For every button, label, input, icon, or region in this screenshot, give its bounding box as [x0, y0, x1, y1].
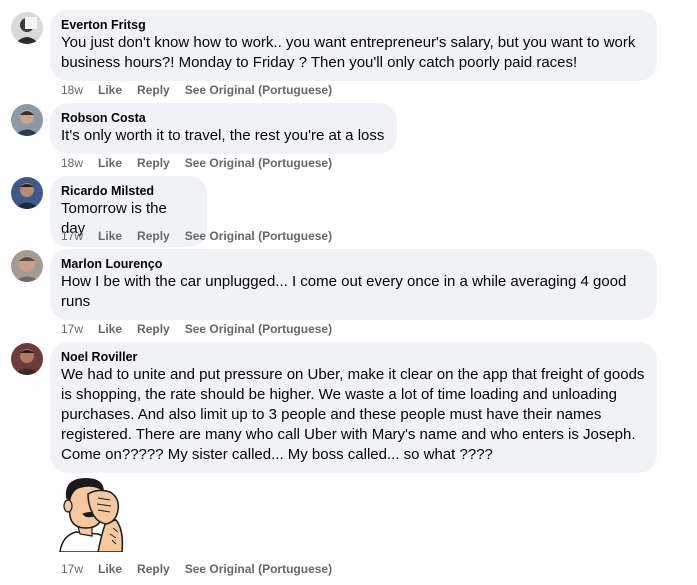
comment-actions: 18w Like Reply See Original (Portuguese) — [61, 155, 332, 171]
comment-text: We had to unite and put pressure on Uber… — [61, 366, 645, 463]
avatar[interactable] — [11, 12, 43, 44]
comment-bubble: Robson Costa It's only worth it to trave… — [50, 103, 397, 154]
see-original-link[interactable]: See Original (Portuguese) — [185, 228, 332, 244]
avatar[interactable] — [11, 343, 43, 375]
comment-author[interactable]: Noel Roviller — [61, 349, 645, 365]
reply-button[interactable]: Reply — [137, 228, 170, 244]
reply-button[interactable]: Reply — [137, 155, 170, 171]
comment-timestamp[interactable]: 18w — [61, 82, 83, 98]
see-original-link[interactable]: See Original (Portuguese) — [185, 155, 332, 171]
see-original-link[interactable]: See Original (Portuguese) — [185, 82, 332, 98]
avatar[interactable] — [11, 177, 43, 209]
comment-author[interactable]: Everton Fritsg — [61, 17, 645, 33]
like-button[interactable]: Like — [98, 228, 122, 244]
comment-actions: 18w Like Reply See Original (Portuguese) — [61, 82, 332, 98]
comment-author[interactable]: Robson Costa — [61, 110, 385, 126]
comment-text: It's only worth it to travel, the rest y… — [61, 127, 385, 144]
comment-timestamp[interactable]: 18w — [61, 155, 83, 171]
like-button[interactable]: Like — [98, 321, 122, 337]
comment-actions: 17w Like Reply See Original (Portuguese) — [61, 321, 332, 337]
comment-author[interactable]: Marlon Lourenço — [61, 256, 645, 272]
like-button[interactable]: Like — [98, 561, 122, 577]
reply-button[interactable]: Reply — [137, 321, 170, 337]
reply-button[interactable]: Reply — [137, 561, 170, 577]
comment-actions: 17w Like Reply See Original (Portuguese) — [61, 561, 332, 577]
comment-text: How I be with the car unplugged... I com… — [61, 273, 627, 310]
comment-timestamp[interactable]: 17w — [61, 228, 83, 244]
comment-author[interactable]: Ricardo Milsted — [61, 183, 195, 199]
comment-bubble: Everton Fritsg You just don't know how t… — [50, 10, 657, 81]
comment-timestamp[interactable]: 17w — [61, 561, 83, 577]
see-original-link[interactable]: See Original (Portuguese) — [185, 561, 332, 577]
comment-bubble: Noel Roviller We had to unite and put pr… — [50, 342, 657, 473]
like-button[interactable]: Like — [98, 82, 122, 98]
reply-button[interactable]: Reply — [137, 82, 170, 98]
avatar[interactable] — [11, 250, 43, 282]
comment-timestamp[interactable]: 17w — [61, 321, 83, 337]
like-button[interactable]: Like — [98, 155, 122, 171]
facepalm-sticker[interactable] — [58, 476, 130, 553]
see-original-link[interactable]: See Original (Portuguese) — [185, 321, 332, 337]
comment-text: You just don't know how to work.. you wa… — [61, 34, 636, 71]
avatar[interactable] — [11, 104, 43, 136]
comment-actions: 17w Like Reply See Original (Portuguese) — [61, 228, 332, 244]
comment-bubble: Marlon Lourenço How I be with the car un… — [50, 249, 657, 320]
